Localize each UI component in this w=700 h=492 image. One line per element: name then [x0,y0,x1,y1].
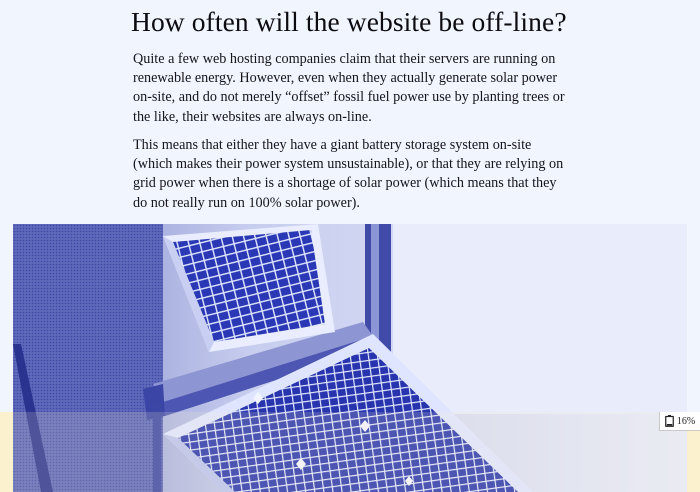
solar-panels-photo [13,224,687,492]
battery-percentage: 16% [676,415,696,427]
battery-icon [664,415,674,427]
article-paragraph: This means that either they have a giant… [133,137,564,211]
article-paragraph: Quite a few web hosting companies claim … [133,51,565,125]
battery-status: 16% [659,412,700,431]
article-title: How often will the website be off-line? [131,6,567,37]
